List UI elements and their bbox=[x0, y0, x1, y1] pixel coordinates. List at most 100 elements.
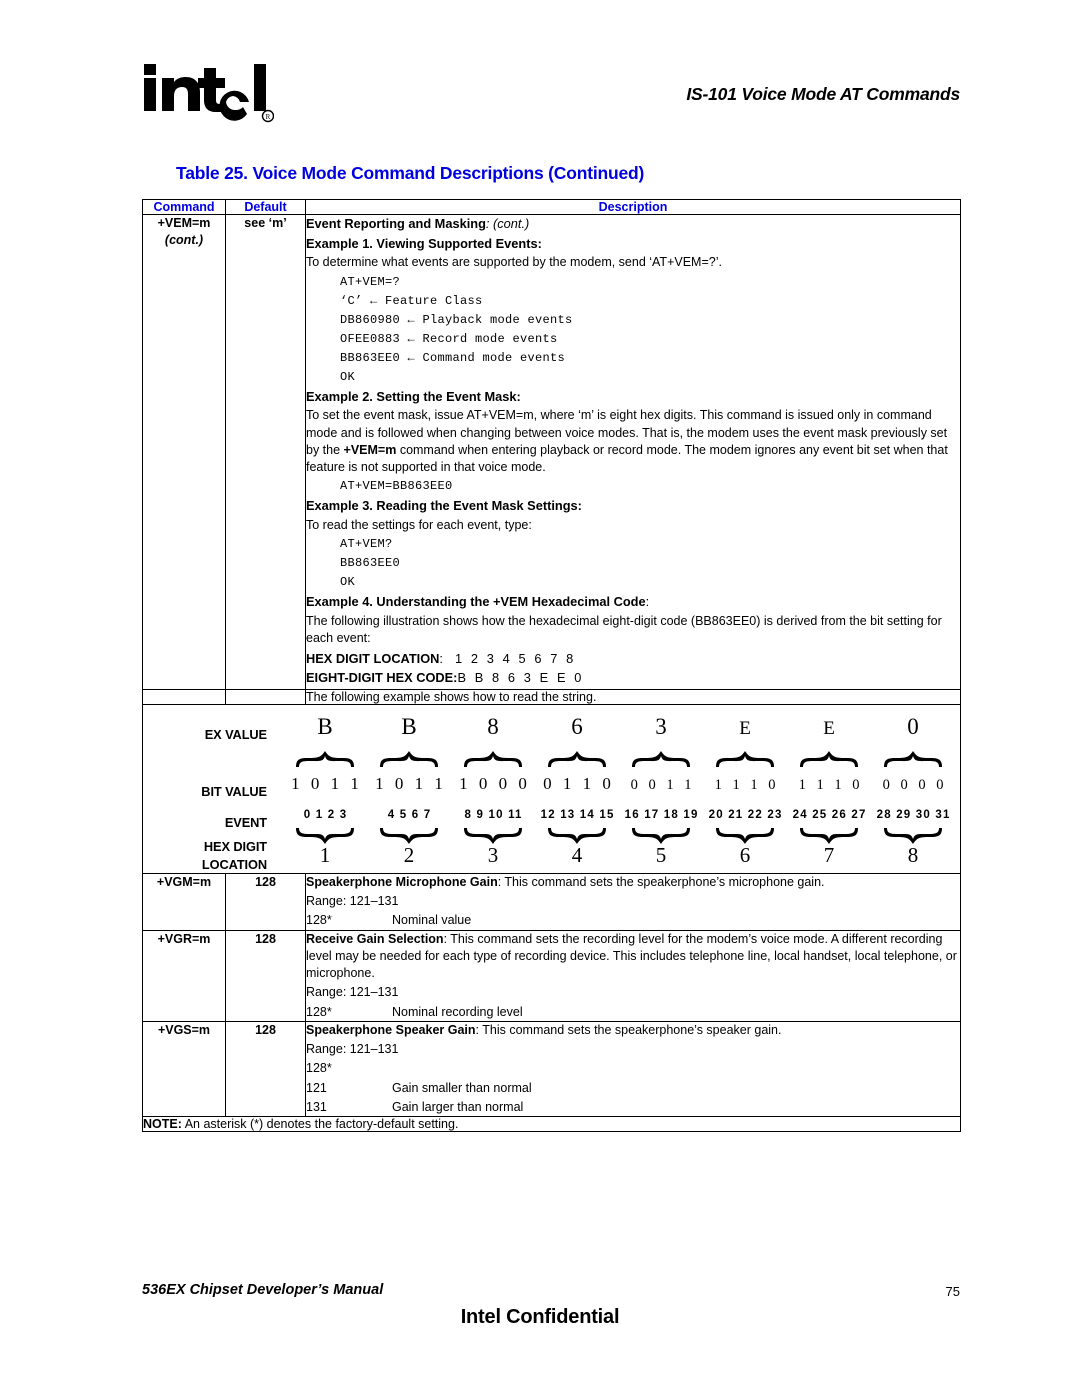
diagram-ex-value: E bbox=[823, 717, 835, 739]
example3-intro: To read the settings for each event, typ… bbox=[306, 518, 532, 533]
vgs-value-row: 131 Gain larger than normal bbox=[306, 1099, 960, 1116]
example3-heading: Example 3. Reading the Event Mask Settin… bbox=[306, 498, 582, 514]
brace-up-icon bbox=[798, 750, 860, 768]
example4-heading: Example 4. Understanding the +VEM Hexade… bbox=[306, 593, 960, 611]
table-row-vgr: +VGR=m 128 Receive Gain Selection: This … bbox=[142, 929, 961, 1022]
diagram-bit-value: 0 0 0 0 bbox=[882, 776, 947, 793]
document-page: R IS-101 Voice Mode AT Commands Table 25… bbox=[0, 0, 1080, 1397]
diagram-bit-value: 1 0 1 1 bbox=[375, 773, 447, 793]
diagram-label-location: LOCATION bbox=[201, 856, 267, 872]
brace-up-icon bbox=[630, 750, 692, 768]
vgs-value-row: 128* bbox=[306, 1060, 960, 1077]
diagram-event-numbers: 8 9 10 11 bbox=[464, 808, 523, 821]
header-title: IS-101 Voice Mode AT Commands bbox=[686, 84, 960, 104]
vgr-range: Range: 121–131 bbox=[306, 985, 399, 1000]
vgs-range: Range: 121–131 bbox=[306, 1042, 399, 1057]
command-cont-vem: (cont.) bbox=[164, 232, 204, 247]
diagram-ex-value: E bbox=[739, 717, 751, 739]
diagram-ex-value: 0 bbox=[907, 713, 919, 739]
diagram-ex-value: B bbox=[317, 713, 333, 739]
note-label: NOTE: bbox=[143, 1117, 182, 1132]
diagram-hex-location: 2 bbox=[403, 842, 415, 867]
column-header-default: Default bbox=[225, 199, 306, 215]
diagram-bit-value: 1 0 1 1 bbox=[291, 773, 363, 793]
eight-digit-hex-digits: B B 8 6 3 E E 0 bbox=[457, 670, 584, 686]
vgm-title: Speakerphone Microphone Gain bbox=[306, 874, 498, 889]
hex-digit-location-label: HEX DIGIT LOCATION bbox=[306, 650, 440, 666]
vgs-value-row: 121 Gain smaller than normal bbox=[306, 1080, 960, 1097]
default-cell-vgs: 128 bbox=[225, 1020, 306, 1118]
example1-code-line: AT+VEM=? bbox=[340, 274, 401, 289]
diagram-bit-value: 1 1 1 0 bbox=[798, 776, 863, 793]
footer-manual-title: 536EX Chipset Developer’s Manual bbox=[142, 1282, 384, 1298]
table-header-row: Command Default Description bbox=[142, 199, 961, 215]
eight-digit-hex-label: EIGHT-DIGIT HEX CODE: bbox=[306, 670, 458, 686]
diagram-hex-location: 3 bbox=[487, 842, 499, 867]
diagram-bit-value: 0 0 1 1 bbox=[630, 776, 695, 793]
hex-digit-location-line: HEX DIGIT LOCATION: 1 2 3 4 5 6 7 8 bbox=[306, 650, 960, 668]
section-title-text: Event Reporting and Masking bbox=[306, 216, 486, 231]
example1-code-line: ‘C’ ← Feature Class bbox=[340, 293, 483, 308]
vgr-value-row: 128* Nominal recording level bbox=[306, 1004, 960, 1021]
svg-text:R: R bbox=[266, 113, 271, 121]
vgs-value: 128* bbox=[306, 1061, 332, 1076]
default-cell-vem: see ‘m’ bbox=[225, 214, 306, 690]
diagram-column: E 1 1 1 0 20 21 22 23 6 bbox=[703, 705, 787, 873]
diagram-column: 6 0 1 1 0 12 13 14 15 4 bbox=[535, 705, 619, 873]
command-cell-vgr: +VGR=m bbox=[142, 929, 226, 1022]
diagram-bit-value: 0 1 1 0 bbox=[543, 773, 615, 793]
table-row-note: NOTE: An asterisk (*) denotes the factor… bbox=[142, 1116, 961, 1133]
diagram-label-event: EVENT bbox=[224, 814, 267, 830]
diagram-column: 3 0 0 1 1 16 17 18 19 5 bbox=[619, 705, 703, 873]
example1-code-line: BB863EE0 ← Command mode events bbox=[340, 350, 566, 365]
vgs-value: 121 bbox=[306, 1080, 327, 1095]
brace-up-icon bbox=[882, 750, 944, 768]
diagram-hex-location: 6 bbox=[739, 842, 751, 867]
command-cell-vgm: +VGM=m bbox=[142, 872, 226, 931]
description-cell-vgs: Speakerphone Speaker Gain: This command … bbox=[305, 1020, 961, 1118]
table-note: NOTE: An asterisk (*) denotes the factor… bbox=[142, 1116, 961, 1133]
vgs-description: Speakerphone Speaker Gain: This command … bbox=[306, 1022, 960, 1039]
vgm-value-meaning: Nominal value bbox=[392, 913, 472, 928]
brace-up-icon bbox=[714, 750, 776, 768]
example3-code-line: BB863EE0 bbox=[340, 556, 401, 571]
brace-up-icon bbox=[378, 750, 440, 768]
section-title-event-reporting: Event Reporting and Masking: (cont.) bbox=[306, 215, 960, 233]
diagram-event-numbers: 0 1 2 3 bbox=[303, 808, 348, 821]
diagram-ex-value: 6 bbox=[571, 713, 583, 739]
example2-body-part2: command when entering playback or record… bbox=[306, 442, 948, 475]
hex-digit-location-colon: : bbox=[439, 650, 443, 666]
vgm-description-text: : This command sets the speakerphone’s m… bbox=[497, 874, 825, 889]
diagram-event-numbers: 28 29 30 31 bbox=[876, 808, 951, 821]
example3-code-line: AT+VEM? bbox=[340, 537, 393, 552]
brace-up-icon bbox=[294, 750, 356, 768]
footer-page-number: 75 bbox=[945, 1284, 960, 1299]
empty-cell-default bbox=[225, 688, 306, 705]
empty-cell-command bbox=[142, 688, 226, 705]
vgm-value-row: 128* Nominal value bbox=[306, 912, 960, 929]
default-cell-vgr: 128 bbox=[225, 929, 306, 1022]
command-cell-vgs: +VGS=m bbox=[142, 1020, 226, 1118]
diagram-hex-location: 5 bbox=[655, 842, 667, 867]
example3-code-line: OK bbox=[340, 575, 356, 590]
diagram-hex-location: 1 bbox=[319, 842, 331, 867]
example1-heading: Example 1. Viewing Supported Events: bbox=[306, 235, 542, 251]
diagram-label-ex-value: EX VALUE bbox=[204, 726, 267, 742]
diagram-ex-value: B bbox=[401, 713, 417, 739]
table-row-vgs: +VGS=m 128 Speakerphone Speaker Gain: Th… bbox=[142, 1020, 961, 1118]
column-header-description: Description bbox=[305, 199, 961, 215]
diagram-hex-location: 7 bbox=[823, 842, 835, 867]
vgs-title: Speakerphone Speaker Gain bbox=[306, 1022, 476, 1037]
vgs-value-meaning: Gain larger than normal bbox=[392, 1099, 524, 1114]
table-row-diagram-intro: The following example shows how to read … bbox=[142, 688, 961, 705]
vgr-value: 128* bbox=[306, 1004, 332, 1019]
vgm-description: Speakerphone Microphone Gain: This comma… bbox=[306, 874, 960, 891]
hex-bit-diagram: EX VALUE BIT VALUE EVENT HEX DIGIT LOCAT… bbox=[143, 705, 959, 873]
footer-confidential: Intel Confidential bbox=[460, 1306, 620, 1328]
vgm-value: 128* bbox=[306, 913, 332, 928]
diagram-column: B 1 0 1 1 0 1 2 3 1 bbox=[283, 705, 367, 873]
diagram-intro-text: The following example shows how to read … bbox=[305, 688, 961, 705]
brace-up-icon bbox=[462, 750, 524, 768]
brace-up-icon bbox=[546, 750, 608, 768]
vgr-title: Receive Gain Selection bbox=[306, 931, 444, 946]
